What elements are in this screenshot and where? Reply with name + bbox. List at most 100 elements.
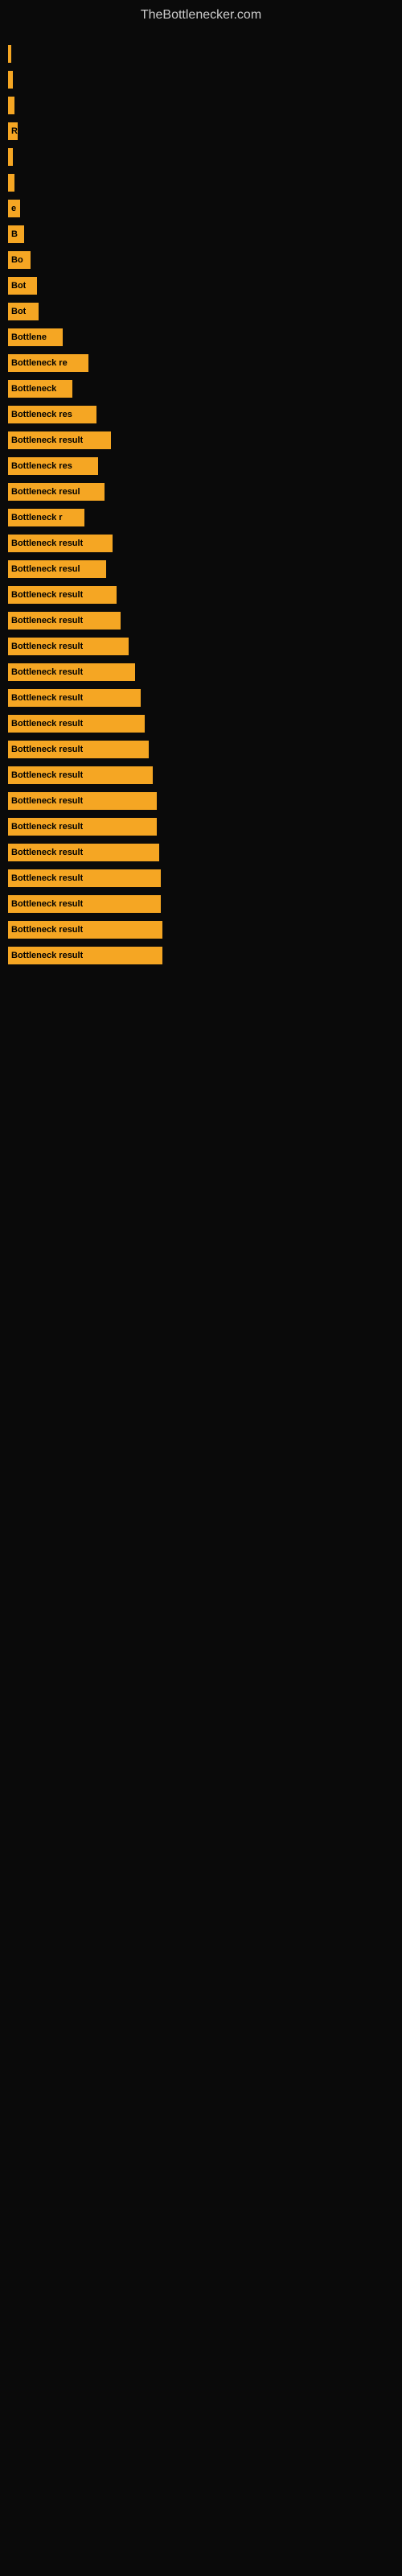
bar-item: Bottleneck result: [8, 741, 149, 758]
bar-row: Bottleneck re: [8, 352, 394, 374]
bar-label: Bottleneck re: [11, 358, 68, 368]
bar-item: [8, 174, 14, 192]
bar-item: Bottleneck result: [8, 766, 153, 784]
bar-label: Bottleneck r: [11, 513, 63, 522]
bar-item: Bottleneck result: [8, 612, 121, 630]
bar-label: Bottleneck result: [11, 539, 83, 548]
bar-row: Bottlene: [8, 326, 394, 349]
bar-item: Bottleneck r: [8, 509, 84, 526]
bar-label: e: [11, 204, 16, 213]
bar-item: Bottleneck result: [8, 895, 161, 913]
bar-label: Bot: [11, 307, 26, 316]
bar-label: B: [11, 229, 18, 239]
bar-label: Bo: [11, 255, 23, 265]
bars-container: Re B Bo Bot Bot Bottlene Bottleneck re Bottlene…: [0, 27, 402, 978]
bar-row: Bottleneck resul: [8, 481, 394, 503]
bar-item: Bottleneck result: [8, 921, 162, 939]
bar-row: Bottleneck result: [8, 815, 394, 838]
bar-label: Bottleneck resul: [11, 564, 80, 574]
bar-item: Bottleneck result: [8, 689, 141, 707]
bar-label: Bottleneck result: [11, 848, 83, 857]
bar-row: [8, 43, 394, 65]
bar-row: Bottleneck result: [8, 919, 394, 941]
bar-item: Bottleneck res: [8, 457, 98, 475]
bar-item: Bottleneck result: [8, 638, 129, 655]
bar-item: Bottleneck result: [8, 818, 157, 836]
bar-row: Bottleneck result: [8, 867, 394, 890]
bar-item: Bo: [8, 251, 31, 269]
bar-item: Bottleneck re: [8, 354, 88, 372]
bar-row: Bottleneck result: [8, 661, 394, 683]
bar-item: [8, 71, 13, 89]
bar-item: [8, 97, 14, 114]
bar-row: Bottleneck result: [8, 893, 394, 915]
bar-label: Bottleneck res: [11, 410, 72, 419]
bar-row: Bottleneck result: [8, 635, 394, 658]
bar-label: R: [11, 126, 18, 136]
bar-item: Bottleneck result: [8, 869, 161, 887]
bar-label: Bottleneck result: [11, 719, 83, 729]
bar-row: Bottleneck res: [8, 403, 394, 426]
bar-label: Bottleneck result: [11, 770, 83, 780]
bar-row: Bottleneck result: [8, 944, 394, 967]
bar-row: Bottleneck result: [8, 584, 394, 606]
site-title: TheBottlenecker.com: [0, 0, 402, 27]
bar-row: e: [8, 197, 394, 220]
bar-item: Bot: [8, 303, 39, 320]
bar-item: Bottleneck result: [8, 535, 113, 552]
bar-label: Bottleneck resul: [11, 487, 80, 497]
bar-row: Bottleneck result: [8, 532, 394, 555]
bar-item: Bottleneck res: [8, 406, 96, 423]
bar-label: Bottleneck result: [11, 616, 83, 625]
bar-item: Bottleneck resul: [8, 560, 106, 578]
bar-row: Bottleneck result: [8, 712, 394, 735]
bar-label: Bottleneck result: [11, 951, 83, 960]
bar-row: Bottleneck resul: [8, 558, 394, 580]
bar-row: Bottleneck: [8, 378, 394, 400]
bar-label: Bottleneck result: [11, 667, 83, 677]
bar-row: [8, 94, 394, 117]
bar-item: Bottleneck result: [8, 431, 111, 449]
bar-label: Bottleneck result: [11, 642, 83, 651]
bar-row: Bottleneck result: [8, 738, 394, 761]
bar-row: [8, 171, 394, 194]
bar-label: Bottleneck result: [11, 590, 83, 600]
bar-label: Bottleneck result: [11, 822, 83, 832]
site-title-container: TheBottlenecker.com: [0, 0, 402, 27]
bar-label: Bottleneck result: [11, 925, 83, 935]
bar-row: B: [8, 223, 394, 246]
bar-label: Bottleneck res: [11, 461, 72, 471]
bar-item: [8, 45, 11, 63]
bar-label: Bottleneck result: [11, 436, 83, 445]
bar-row: R: [8, 120, 394, 142]
bar-row: Bottleneck res: [8, 455, 394, 477]
bar-row: [8, 68, 394, 91]
bar-label: Bottleneck: [11, 384, 56, 394]
bar-label: Bottleneck result: [11, 796, 83, 806]
bar-row: Bottleneck result: [8, 429, 394, 452]
bar-item: Bottleneck result: [8, 586, 117, 604]
bar-label: Bottlene: [11, 332, 47, 342]
bar-item: Bottleneck result: [8, 844, 159, 861]
bar-item: [8, 148, 13, 166]
bar-item: Bottleneck: [8, 380, 72, 398]
bar-item: Bottleneck result: [8, 663, 135, 681]
bar-row: Bot: [8, 275, 394, 297]
bar-row: Bottleneck result: [8, 609, 394, 632]
bar-row: Bottleneck result: [8, 764, 394, 786]
bar-row: Bottleneck r: [8, 506, 394, 529]
bar-row: Bo: [8, 249, 394, 271]
bar-label: Bottleneck result: [11, 873, 83, 883]
bar-row: [8, 146, 394, 168]
bar-item: e: [8, 200, 20, 217]
bar-row: Bottleneck result: [8, 841, 394, 864]
bar-label: Bot: [11, 281, 26, 291]
bar-label: Bottleneck result: [11, 745, 83, 754]
bar-row: Bottleneck result: [8, 687, 394, 709]
bar-item: B: [8, 225, 24, 243]
bar-item: Bottleneck result: [8, 947, 162, 964]
bar-item: Bottlene: [8, 328, 63, 346]
bar-item: Bottleneck resul: [8, 483, 105, 501]
bar-row: Bottleneck result: [8, 790, 394, 812]
bar-item: Bottleneck result: [8, 715, 145, 733]
